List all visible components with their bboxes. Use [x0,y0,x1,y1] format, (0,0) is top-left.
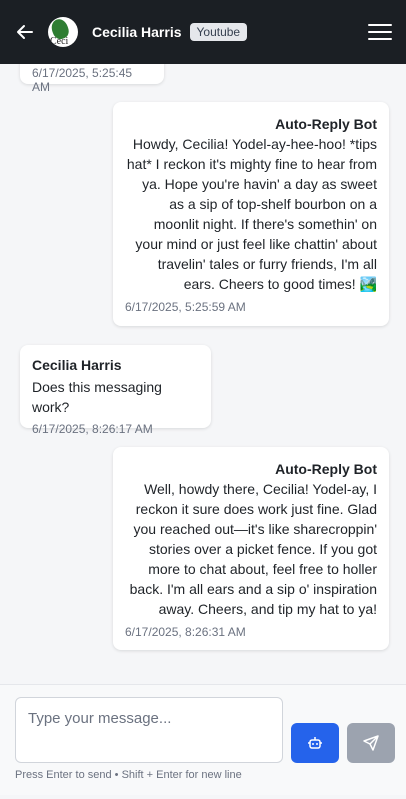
message-outgoing: Auto-Reply Bot Howdy, Cecilia! Yodel-ay-… [113,102,389,326]
message-time: 6/17/2025, 5:25:45 AM [32,66,133,94]
arrow-left-icon [17,25,33,39]
message-text: Does this messaging work? [32,379,162,415]
platform-badge: Youtube [189,23,248,41]
chat-header: Ceci Cecilia Harris Youtube [0,0,406,64]
message-list[interactable]: 6/17/2025, 5:25:45 AM Auto-Reply Bot How… [4,64,406,684]
back-button[interactable] [12,19,38,45]
robot-icon [308,737,322,749]
message-outgoing: Auto-Reply Bot Well, howdy there, Cecili… [113,447,389,650]
hamburger-menu-icon [368,24,392,26]
chat-app: Ceci Cecilia Harris Youtube 6/17/2025, 5… [0,0,406,799]
message-time: 6/17/2025, 5:25:59 AM [125,300,246,314]
message-incoming: Cecilia Harris Does this messaging work?… [20,345,211,436]
message-text: Howdy, Cecilia! Yodel-ay-hee-hoo! *tips … [126,136,377,292]
message-composer: Type your message... Press Enter to send… [0,684,406,795]
message-sender: Cecilia Harris [32,357,122,373]
message-incoming: 6/17/2025, 5:25:45 AM [20,64,164,94]
auto-reply-button[interactable] [291,723,339,763]
avatar: Ceci [48,17,78,47]
message-time: 6/17/2025, 8:26:31 AM [125,625,246,639]
send-button[interactable] [347,723,395,763]
composer-hint: Press Enter to send • Shift + Enter for … [15,769,242,781]
avatar-alt-text: Ceci [50,36,69,47]
contact-name: Cecilia Harris [92,24,182,40]
message-time: 6/17/2025, 8:26:17 AM [32,422,153,436]
message-input[interactable]: Type your message... [15,697,283,763]
send-icon [363,735,379,751]
message-sender: Auto-Reply Bot [275,116,377,132]
message-sender: Auto-Reply Bot [275,461,377,477]
menu-button[interactable] [368,20,392,44]
message-text: Well, howdy there, Cecilia! Yodel-ay, I … [129,481,377,617]
